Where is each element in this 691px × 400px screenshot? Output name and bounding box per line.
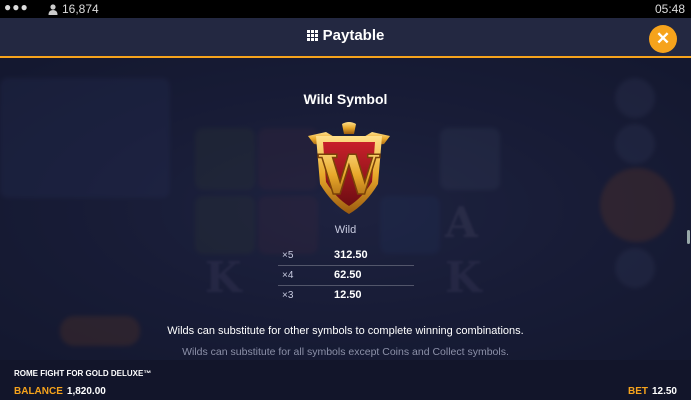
bet-value: 12.50	[651, 386, 677, 397]
balance-display: BALANCE 1,820.00	[14, 386, 106, 397]
game-footer: ROME FIGHT FOR GOLD DELUXE™ BALANCE 1,820…	[0, 360, 691, 400]
close-icon: ✕	[655, 29, 671, 48]
payout-value: 312.50	[334, 249, 368, 261]
symbol-title: Wild Symbol	[303, 91, 388, 107]
payout-table: ×5 312.50 ×4 62.50 ×3 12.50	[278, 246, 414, 305]
close-button[interactable]: ✕	[649, 25, 677, 53]
symbol-name: Wild	[334, 224, 357, 236]
bet-label: BET	[627, 386, 648, 397]
wild-symbol-emblem: W	[308, 122, 390, 214]
page-title: Paytable	[0, 27, 691, 44]
game-name: ROME FIGHT FOR GOLD DELUXE™	[14, 369, 152, 378]
grid-icon	[306, 30, 318, 41]
bet-display: BET 12.50	[628, 386, 677, 397]
payout-row: ×3 12.50	[278, 286, 414, 305]
symbol-description: Wilds can substitute for other symbols t…	[167, 325, 524, 337]
balance-value: 1,820.00	[66, 386, 106, 397]
payout-value: 62.50	[334, 269, 362, 281]
status-bar: ●●● 16,874 05:48	[0, 0, 691, 18]
menu-dots-icon[interactable]: ●●●	[4, 0, 29, 14]
payout-multiplier: ×5	[282, 250, 294, 261]
wild-letter: W	[318, 143, 381, 207]
clock: 05:48	[654, 2, 685, 16]
symbol-note: Wilds can substitute for all symbols exc…	[182, 346, 509, 358]
player-count: 16,874	[48, 2, 99, 16]
player-count-value: 16,874	[62, 2, 99, 16]
payout-row: ×5 312.50	[278, 246, 414, 266]
paytable-header: Paytable ✕	[0, 18, 691, 58]
payout-multiplier: ×4	[282, 270, 294, 281]
payout-multiplier: ×3	[282, 290, 294, 301]
paytable-content: Wild Symbol W Wild ×5 312.50 ×4 62.50 ×3…	[0, 58, 691, 360]
balance-label: BALANCE	[14, 386, 63, 397]
payout-row: ×4 62.50	[278, 266, 414, 286]
payout-value: 12.50	[334, 289, 362, 301]
page-title-text: Paytable	[322, 27, 385, 44]
person-icon	[48, 3, 58, 15]
